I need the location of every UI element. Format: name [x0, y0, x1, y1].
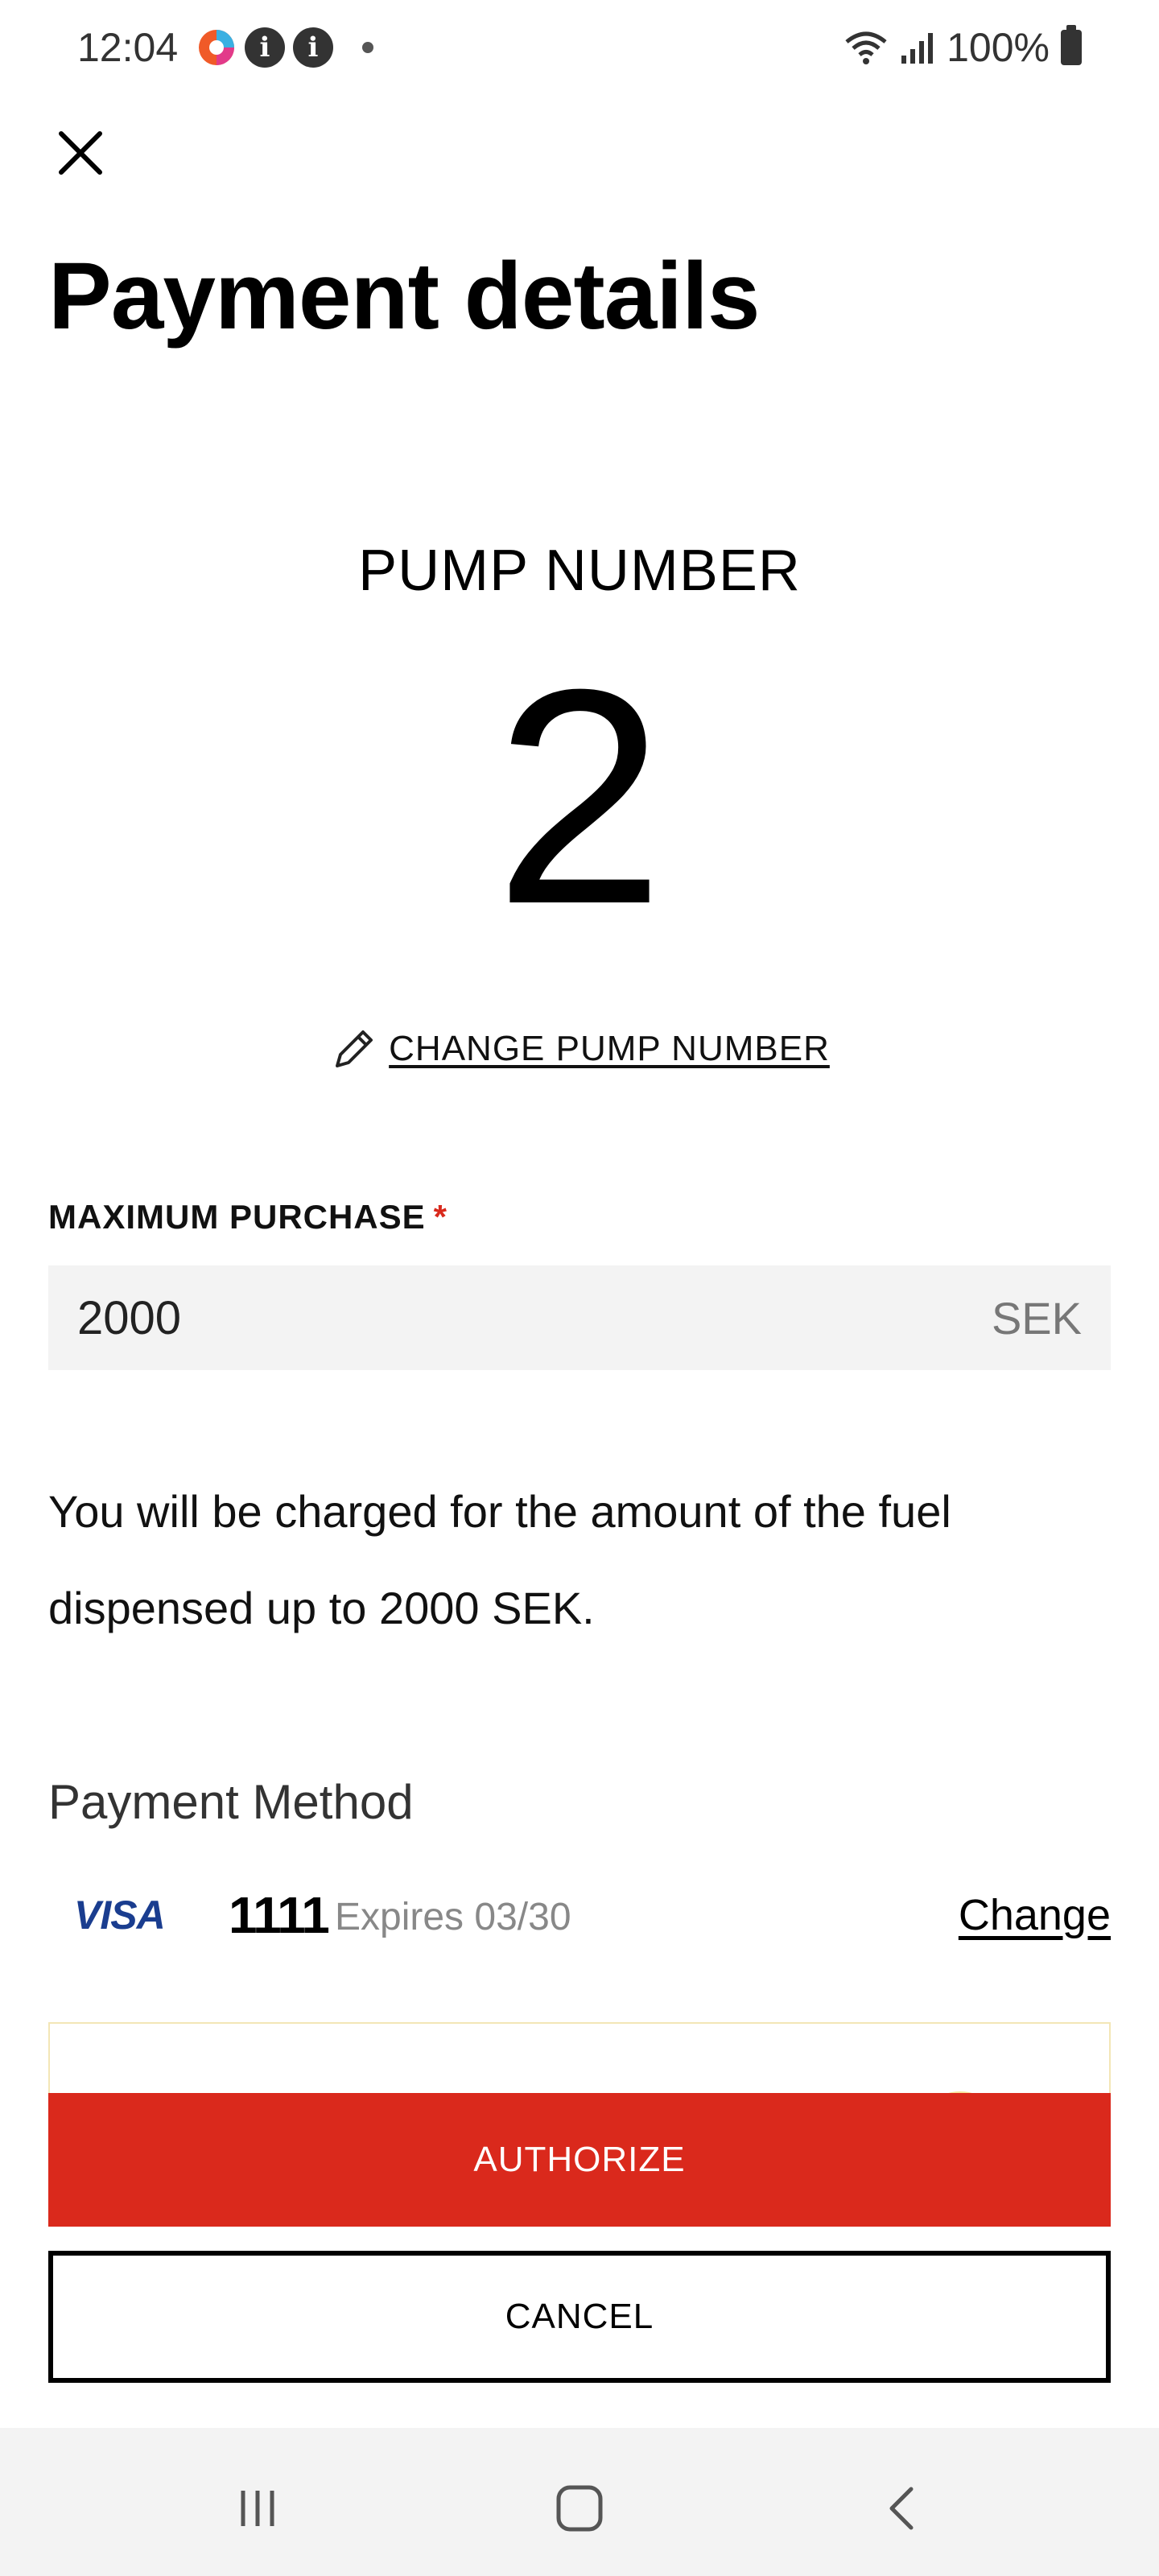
cancel-button[interactable]: CANCEL	[48, 2251, 1111, 2383]
dot-icon	[362, 42, 373, 53]
recents-button[interactable]	[225, 2476, 290, 2541]
amount-value: 2000	[77, 1291, 182, 1344]
change-pump-number-link[interactable]: CHANGE PUMP NUMBER	[0, 1024, 1159, 1074]
info-icon: i	[245, 27, 285, 68]
card-last4: 1111	[229, 1886, 330, 1944]
info-icon: i	[293, 27, 333, 68]
signal-icon	[901, 33, 934, 64]
pump-number-value: 2	[494, 625, 665, 968]
visa-logo: VISA	[74, 1893, 166, 1938]
maximum-purchase-text: MAXIMUM PURCHASE	[48, 1198, 426, 1236]
pump-number-label: PUMP NUMBER	[358, 539, 801, 603]
charge-note: You will be charged for the amount of th…	[48, 1486, 951, 1633]
card-expiry: Expires 03/30	[335, 1896, 571, 1938]
payment-method-title: Payment Method	[48, 1775, 414, 1829]
home-button[interactable]	[547, 2476, 612, 2541]
wifi-icon	[845, 31, 887, 64]
change-pump-number-label: CHANGE PUMP NUMBER	[389, 1029, 830, 1068]
system-nav-bar	[0, 2428, 1159, 2576]
pencil-icon	[336, 1030, 373, 1067]
status-time: 12:04	[77, 25, 179, 70]
change-payment-method-link[interactable]: Change	[959, 1890, 1111, 1940]
recents-icon	[241, 2491, 274, 2526]
amount-currency: SEK	[991, 1292, 1082, 1344]
home-icon	[556, 2485, 603, 2532]
maximum-purchase-label: MAXIMUM PURCHASE *	[48, 1198, 448, 1236]
back-button[interactable]	[871, 2476, 935, 2541]
close-icon	[59, 131, 102, 175]
status-left-icons: i i	[196, 27, 373, 68]
required-mark: *	[433, 1198, 448, 1236]
battery-percent: 100%	[947, 25, 1050, 70]
page-title: Payment details	[48, 243, 760, 349]
maximum-purchase-input[interactable]: 2000 SEK	[48, 1265, 1111, 1370]
status-right-icons: 100%	[843, 24, 1082, 71]
app-icon	[196, 27, 237, 68]
close-button[interactable]	[48, 121, 113, 185]
battery-icon	[1061, 25, 1082, 65]
authorize-button[interactable]: AUTHORIZE	[48, 2093, 1111, 2227]
back-icon	[889, 2487, 914, 2530]
